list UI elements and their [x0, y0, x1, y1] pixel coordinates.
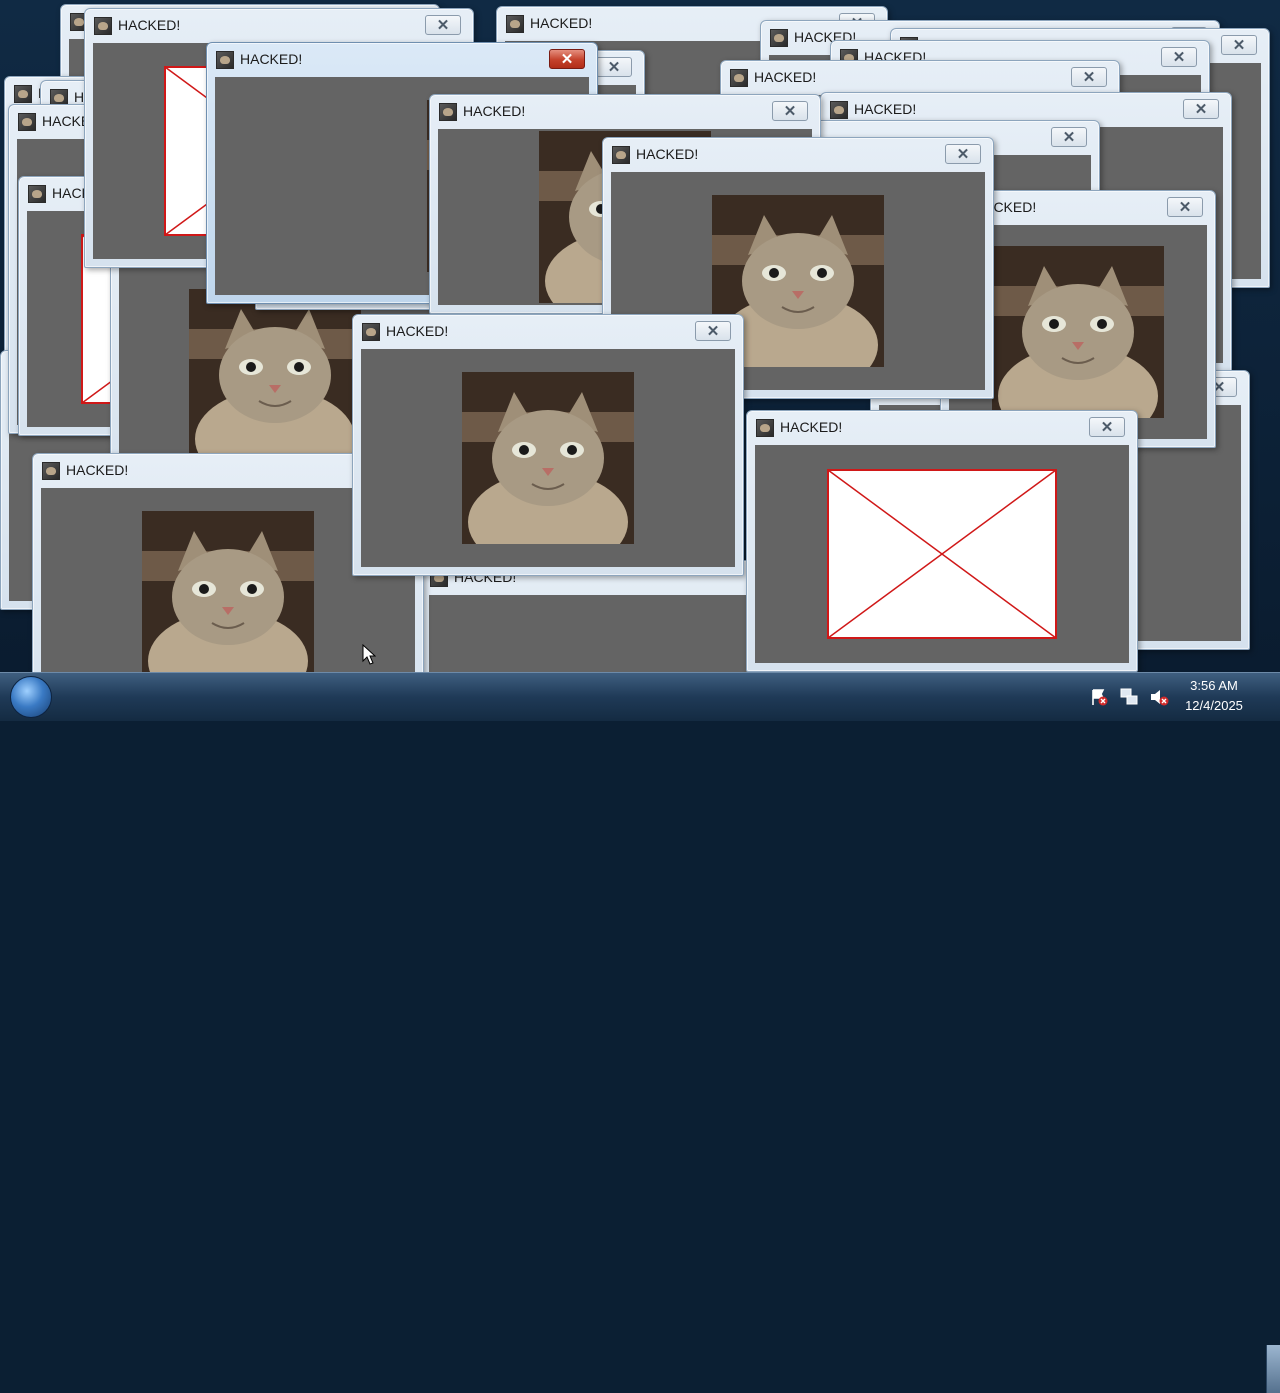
close-icon: ✕ [1062, 128, 1076, 146]
window-title: HACKED! [118, 17, 181, 33]
clock-time: 3:56 AM [1190, 678, 1238, 693]
window-title: HACKED! [854, 101, 917, 117]
system-clock[interactable]: 3:56 AM 12/4/2025 [1178, 676, 1250, 716]
close-button[interactable]: ✕ [1161, 47, 1197, 67]
show-desktop-button[interactable] [1266, 1345, 1280, 1393]
title-bar[interactable]: HACKED! ✕ [721, 61, 1119, 95]
cat-icon [42, 462, 60, 480]
action-center-flag-icon[interactable] [1088, 686, 1110, 708]
cat-icon [506, 15, 524, 33]
desktop[interactable]: HACKED! ✕ HACKED! ✕ HACKED! ✕ HACKED! ✕ [0, 0, 1280, 720]
cat-icon [216, 51, 234, 69]
window-content [361, 349, 735, 567]
network-icon[interactable] [1118, 686, 1140, 708]
close-button[interactable]: ✕ [1089, 417, 1125, 437]
cat-icon [439, 103, 457, 121]
close-icon: ✕ [1178, 198, 1192, 216]
window-title: HACKED! [530, 15, 593, 31]
start-button[interactable] [10, 676, 52, 718]
close-icon: ✕ [1082, 68, 1096, 86]
cat-icon [14, 85, 32, 103]
close-button[interactable]: ✕ [1183, 99, 1219, 119]
close-icon: ✕ [607, 58, 621, 76]
close-button[interactable]: ✕ [1221, 35, 1257, 55]
cat-photo [462, 372, 634, 544]
title-bar[interactable]: HACKED! ✕ [747, 411, 1137, 445]
close-button[interactable]: ✕ [945, 144, 981, 164]
close-button[interactable]: ✕ [596, 57, 632, 77]
cat-icon [28, 185, 46, 203]
close-icon: ✕ [560, 50, 574, 68]
popup-window[interactable]: HACKED! ✕ [746, 410, 1138, 672]
close-icon: ✕ [783, 102, 797, 120]
title-bar[interactable]: HACKED! ✕ [85, 9, 473, 43]
broken-image-placeholder [827, 469, 1057, 639]
clock-date: 12/4/2025 [1185, 698, 1243, 713]
cat-photo [189, 289, 361, 461]
close-icon: ✕ [436, 16, 450, 34]
cat-icon [612, 146, 630, 164]
window-title: HACKED! [66, 462, 129, 478]
cat-icon [756, 419, 774, 437]
window-title: HACKED! [636, 146, 699, 162]
cat-icon [94, 17, 112, 35]
popup-window[interactable]: HACKED! ✕ [352, 314, 744, 576]
close-icon: ✕ [956, 145, 970, 163]
cat-icon [18, 113, 36, 131]
window-content [755, 445, 1129, 663]
close-button[interactable]: ✕ [1167, 197, 1203, 217]
close-button[interactable]: ✕ [695, 321, 731, 341]
window-title: HACKED! [386, 323, 449, 339]
mouse-cursor-icon [362, 644, 376, 665]
window-title: HACKED! [780, 419, 843, 435]
title-bar[interactable]: HACKED! ✕ [207, 43, 597, 77]
close-button[interactable]: ✕ [772, 101, 808, 121]
close-icon: ✕ [1232, 36, 1246, 54]
window-title: HACKED! [463, 103, 526, 119]
close-button[interactable]: ✕ [1071, 67, 1107, 87]
close-icon: ✕ [1194, 100, 1208, 118]
cat-icon [730, 69, 748, 87]
close-icon: ✕ [706, 322, 720, 340]
close-button[interactable]: ✕ [425, 15, 461, 35]
window-title: HACKED! [240, 51, 303, 67]
close-button[interactable]: ✕ [549, 49, 585, 69]
close-button[interactable]: ✕ [1051, 127, 1087, 147]
close-icon: ✕ [1100, 418, 1114, 436]
cat-icon [770, 29, 788, 47]
close-icon: ✕ [1172, 48, 1186, 66]
speaker-muted-icon[interactable] [1148, 686, 1170, 708]
title-bar[interactable]: HACKED! ✕ [603, 138, 993, 172]
cat-photo [142, 511, 314, 683]
cat-photo [992, 246, 1164, 418]
title-bar[interactable]: HACKED! ✕ [430, 95, 820, 129]
title-bar[interactable]: HACKED! ✕ [353, 315, 743, 349]
window-title: HACKED! [754, 69, 817, 85]
cat-icon [830, 101, 848, 119]
cat-icon [362, 323, 380, 341]
